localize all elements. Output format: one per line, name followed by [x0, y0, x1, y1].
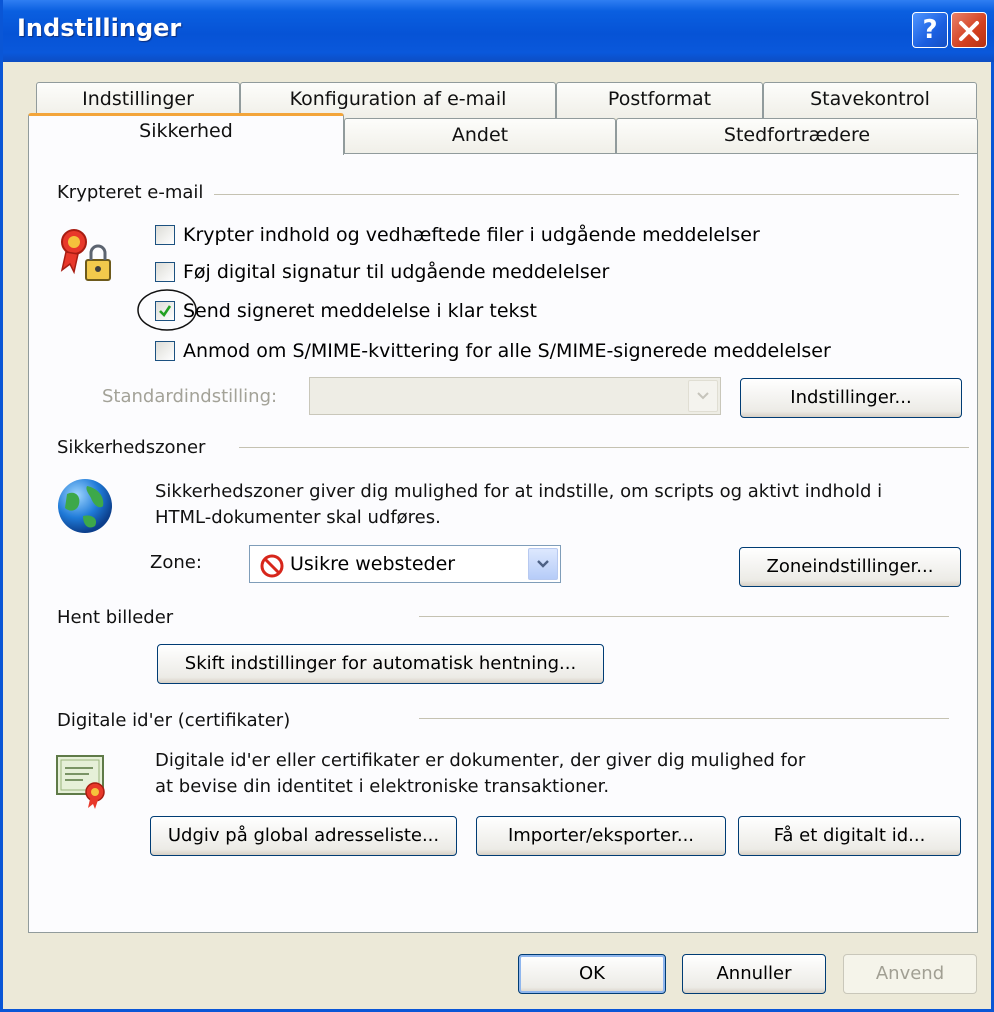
zone-label: Zone:	[150, 552, 202, 573]
window-title: Indstillinger	[17, 14, 182, 42]
digital-ids-heading: Digitale id'er (certifikater)	[57, 710, 291, 731]
ok-button[interactable]: OK	[518, 954, 666, 994]
divider	[419, 718, 949, 719]
request-receipt-option[interactable]: Anmod om S/MIME-kvittering for alle S/MI…	[155, 337, 831, 365]
chevron-down-icon	[537, 560, 549, 568]
tab-label: Indstillinger	[82, 88, 194, 110]
default-setting-label: Standardindstilling:	[102, 386, 278, 407]
clear-text-signed-option[interactable]: Send signeret meddelelse i klar tekst	[155, 297, 537, 325]
help-button[interactable]: ?	[912, 12, 948, 48]
security-zones-heading: Sikkerhedszoner	[57, 437, 206, 458]
download-pictures-heading: Hent billeder	[57, 607, 174, 628]
digital-ids-description: Digitale id'er eller certifikater er dok…	[155, 748, 805, 800]
add-signature-option[interactable]: Føj digital signatur til udgående meddel…	[155, 258, 609, 286]
security-zones-description: Sikkerhedszoner giver dig mulighed for a…	[155, 479, 882, 531]
divider	[239, 447, 969, 448]
tab-label: Andet	[451, 124, 509, 146]
import-export-button[interactable]: Importer/eksporter...	[476, 816, 726, 856]
chevron-down-icon	[697, 392, 709, 400]
tab-sikkerhed[interactable]: Sikkerhed	[28, 113, 344, 155]
restricted-zone-icon	[260, 554, 284, 578]
tab-postformat[interactable]: Postformat	[556, 82, 763, 118]
tab-label: Stedfortrædere	[723, 124, 871, 146]
apply-button[interactable]: Anvend	[843, 954, 977, 994]
highlight-circle-annotation	[137, 289, 197, 331]
clear-text-signed-label: Send signeret meddelelse i klar tekst	[183, 300, 537, 322]
zone-select[interactable]: Usikre websteder	[249, 545, 561, 583]
add-signature-checkbox[interactable]	[155, 262, 175, 282]
close-button[interactable]	[951, 12, 987, 48]
encrypt-contents-checkbox[interactable]	[155, 225, 175, 245]
divider	[214, 194, 959, 195]
tab-label: Konfiguration af e-mail	[289, 88, 507, 110]
secure-email-icon	[60, 229, 111, 281]
description-line: at bevise din identitet i elektroniske t…	[155, 776, 610, 797]
cancel-button[interactable]: Annuller	[682, 954, 826, 994]
tab-label: Sikkerhed	[139, 120, 233, 142]
certificate-icon	[56, 755, 105, 809]
tab-stedfortraedere[interactable]: Stedfortrædere	[616, 118, 978, 154]
encryption-settings-button[interactable]: Indstillinger...	[740, 378, 962, 418]
encrypted-email-heading: Krypteret e-mail	[57, 182, 204, 203]
title-bar[interactable]: Indstillinger ?	[3, 0, 994, 62]
zone-value: Usikre websteder	[290, 553, 456, 575]
encrypt-contents-option[interactable]: Krypter indhold og vedhæftede filer i ud…	[155, 221, 760, 249]
tab-stavekontrol[interactable]: Stavekontrol	[763, 82, 977, 118]
add-signature-label: Føj digital signatur til udgående meddel…	[183, 261, 610, 283]
publish-to-gal-button[interactable]: Udgiv på global adresseliste...	[150, 816, 457, 856]
get-digital-id-button[interactable]: Få et digitalt id...	[738, 816, 961, 856]
zone-settings-button[interactable]: Zoneindstillinger...	[739, 547, 961, 587]
close-icon	[959, 21, 979, 41]
dropdown-arrow[interactable]	[528, 548, 558, 580]
description-line: Sikkerhedszoner giver dig mulighed for a…	[155, 481, 883, 502]
options-dialog: Indstillinger ? Indstillinger Konfigurat…	[0, 0, 994, 1012]
dropdown-arrow[interactable]	[688, 380, 718, 412]
default-setting-select[interactable]	[309, 377, 721, 415]
divider	[419, 616, 949, 617]
security-tab-panel: Krypteret e-mail Krypter indhold og vedh…	[28, 153, 978, 933]
description-line: HTML-dokumenter skal udføres.	[155, 507, 441, 528]
request-receipt-label: Anmod om S/MIME-kvittering for alle S/MI…	[183, 340, 831, 362]
question-mark-icon: ?	[922, 15, 938, 45]
tab-label: Postformat	[607, 88, 712, 110]
tab-label: Stavekontrol	[810, 88, 930, 110]
request-receipt-checkbox[interactable]	[155, 341, 175, 361]
automatic-download-settings-button[interactable]: Skift indstillinger for automatisk hentn…	[157, 644, 604, 684]
encrypt-contents-label: Krypter indhold og vedhæftede filer i ud…	[183, 224, 760, 246]
tab-andet[interactable]: Andet	[344, 118, 616, 154]
description-line: Digitale id'er eller certifikater er dok…	[155, 750, 806, 771]
globe-icon	[58, 479, 112, 533]
